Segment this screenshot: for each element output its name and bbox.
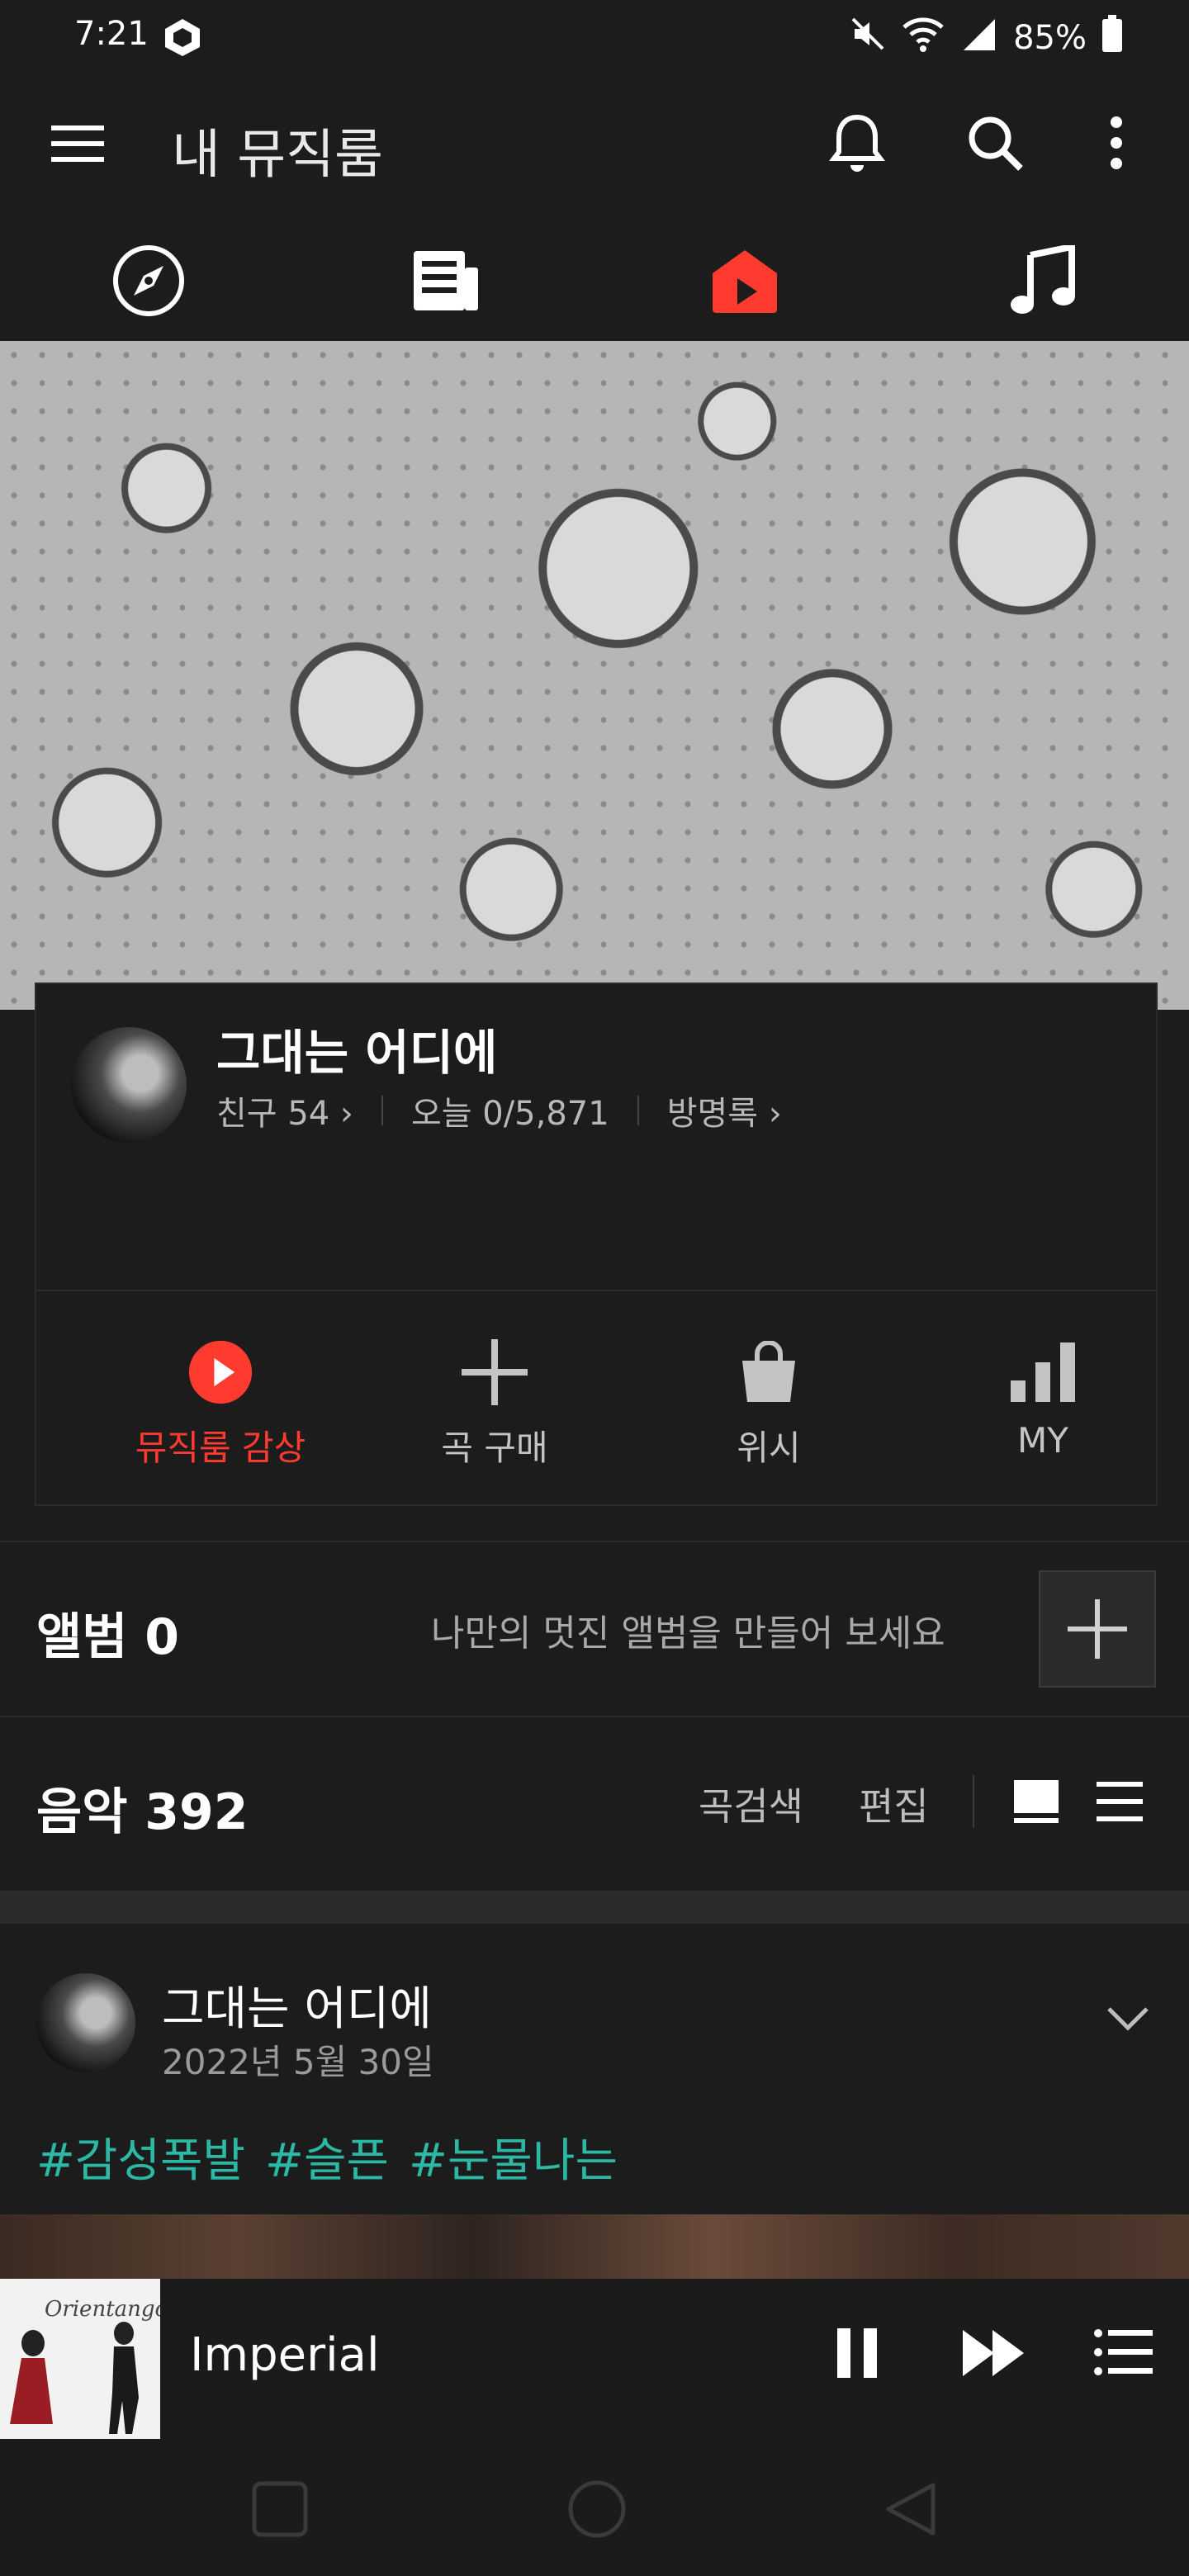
avatar[interactable] bbox=[71, 1027, 187, 1143]
status-bar: 7:21 85% bbox=[0, 0, 1189, 74]
musicroom-view-button[interactable]: 뮤직룸 감상 bbox=[84, 1298, 357, 1504]
post-image bbox=[0, 2214, 1189, 2280]
post-avatar[interactable] bbox=[36, 1973, 135, 2072]
mute-icon bbox=[850, 16, 886, 60]
music-note-icon bbox=[1011, 245, 1075, 314]
add-album-button[interactable] bbox=[1039, 1570, 1156, 1688]
shopping-bag-icon bbox=[736, 1339, 802, 1405]
home-icon[interactable] bbox=[566, 2479, 628, 2543]
app-bar: 내 뮤직룸 bbox=[0, 83, 1189, 206]
chevron-right-icon: › bbox=[758, 1095, 782, 1133]
divider bbox=[381, 1096, 383, 1125]
battery-icon bbox=[1101, 15, 1123, 61]
section-divider bbox=[0, 1891, 1189, 1924]
divider bbox=[637, 1096, 639, 1125]
post-date: 2022년 5월 30일 bbox=[162, 2042, 434, 2082]
back-icon[interactable] bbox=[883, 2480, 938, 2541]
tab-music[interactable] bbox=[1001, 239, 1083, 322]
tab-musicroom[interactable] bbox=[703, 239, 786, 322]
plus-icon bbox=[1068, 1599, 1127, 1659]
profile-card: 그대는 어디에 친구 54 › 오늘 0/5,871 방명록 › 뮤직룸 감상 … bbox=[35, 983, 1158, 1506]
divider bbox=[0, 1541, 1189, 1542]
divider bbox=[36, 1290, 1156, 1291]
now-playing-title: Imperial bbox=[190, 2328, 380, 2382]
bar-chart-icon bbox=[1010, 1339, 1076, 1405]
status-time: 7:21 bbox=[74, 15, 149, 53]
search-icon[interactable] bbox=[966, 114, 1024, 175]
edit-button[interactable]: 편집 bbox=[859, 1777, 929, 1831]
skip-next-icon[interactable] bbox=[961, 2328, 1027, 2381]
tab-feed[interactable] bbox=[405, 239, 487, 322]
hashtag[interactable]: #눈물나는 bbox=[409, 2124, 618, 2190]
my-stats-button[interactable]: MY bbox=[907, 1298, 1179, 1504]
profile-name: 그대는 어디에 bbox=[216, 1025, 498, 1081]
chevron-right-icon: › bbox=[329, 1095, 353, 1133]
divider bbox=[973, 1775, 974, 1828]
song-search-button[interactable]: 곡검색 bbox=[699, 1777, 803, 1831]
battery-percent: 85% bbox=[1013, 19, 1087, 57]
music-title: 음악 392 bbox=[36, 1783, 249, 1841]
app-notification-icon bbox=[162, 17, 203, 66]
more-vert-icon[interactable] bbox=[1108, 116, 1125, 173]
album-title: 앨범 0 bbox=[36, 1608, 180, 1666]
guestbook-link[interactable]: 방명록 › bbox=[667, 1087, 782, 1134]
system-nav-bar bbox=[0, 2444, 1189, 2576]
musicroom-play-icon bbox=[713, 250, 777, 313]
signal-icon bbox=[960, 16, 998, 60]
play-circle-icon bbox=[187, 1339, 253, 1405]
divider bbox=[0, 1716, 1189, 1717]
playlist-icon[interactable] bbox=[1093, 2328, 1153, 2379]
wifi-icon bbox=[901, 16, 945, 60]
list-view-icon[interactable] bbox=[1097, 1780, 1143, 1826]
hashtag[interactable]: #감성폭발 bbox=[36, 2124, 245, 2190]
news-icon bbox=[414, 251, 478, 310]
album-hint: 나만의 멋진 앨범을 만들어 보세요 bbox=[431, 1612, 945, 1655]
cover-image bbox=[0, 341, 1189, 1010]
friends-link[interactable]: 친구 54 › bbox=[216, 1087, 353, 1134]
action-bar: 뮤직룸 감상 곡 구매 위시 MY bbox=[36, 1298, 1156, 1504]
menu-icon[interactable] bbox=[51, 122, 104, 168]
tab-discover[interactable] bbox=[107, 239, 190, 322]
plus-icon bbox=[462, 1339, 528, 1405]
wish-button[interactable]: 위시 bbox=[632, 1298, 905, 1504]
visitor-count: 오늘 0/5,871 bbox=[410, 1095, 609, 1133]
card-view-icon[interactable] bbox=[1012, 1778, 1060, 1828]
hashtag-list: #감성폭발 #슬픈 #눈물나는 bbox=[36, 2124, 618, 2190]
pause-icon[interactable] bbox=[836, 2327, 879, 2383]
recent-apps-icon[interactable] bbox=[251, 2480, 309, 2541]
hashtag[interactable]: #슬픈 bbox=[265, 2124, 389, 2190]
buy-song-button[interactable]: 곡 구매 bbox=[358, 1298, 631, 1504]
chevron-down-icon[interactable] bbox=[1106, 2006, 1149, 2034]
post-author: 그대는 어디에 bbox=[162, 1982, 432, 2036]
bell-icon[interactable] bbox=[829, 112, 885, 178]
compass-icon bbox=[113, 245, 184, 316]
tab-bar bbox=[0, 215, 1189, 339]
album-art[interactable]: Orientango bbox=[0, 2279, 160, 2439]
mini-player[interactable]: Orientango Imperial bbox=[0, 2279, 1189, 2444]
page-title: 내 뮤직룸 bbox=[172, 125, 383, 186]
